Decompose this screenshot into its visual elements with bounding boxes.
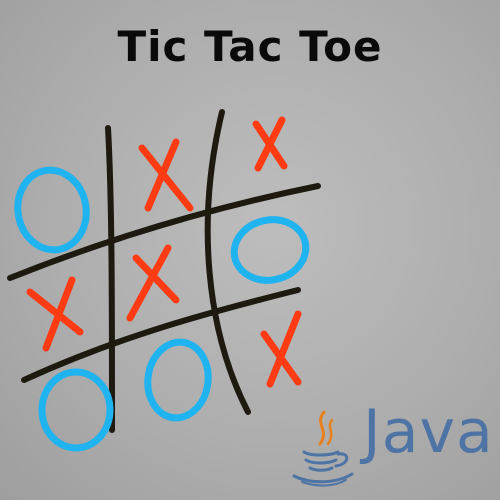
grid-line-vertical-right <box>204 109 251 415</box>
cell-mark-x <box>126 244 180 322</box>
cell-mark-x <box>138 138 194 212</box>
coffee-cup-icon <box>292 410 354 487</box>
cell-mark-o <box>38 368 114 452</box>
cell-mark-o <box>14 166 90 254</box>
java-logo-wordmark: Java <box>363 397 494 467</box>
cell-mark-x <box>260 310 302 388</box>
grid-line-vertical-left <box>105 125 115 433</box>
cell-mark-x <box>252 116 288 172</box>
cell-mark-o <box>144 338 212 422</box>
grid-line-horizontal-top <box>7 183 321 281</box>
cell-mark-o <box>230 216 310 284</box>
cell-mark-x <box>26 276 84 352</box>
